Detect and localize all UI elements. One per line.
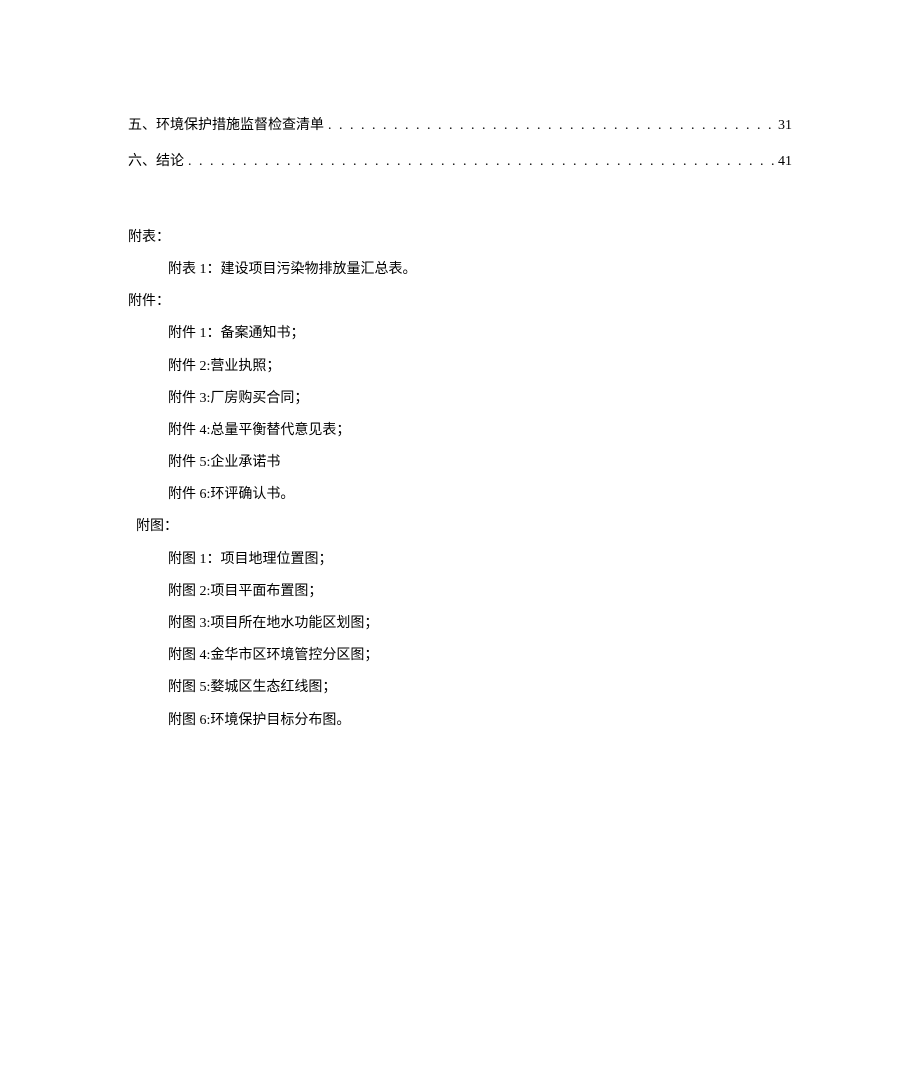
futu-item: 附图 4:金华市区环境管控分区图； (168, 640, 792, 672)
fubiao-item: 附表 1：建设项目污染物排放量汇总表。 (168, 254, 792, 286)
fujian-item: 附件 2:营业执照； (168, 351, 792, 383)
fujian-item: 附件 3:厂房购买合同； (168, 383, 792, 415)
toc-title: 五、环境保护措施监督检查清单 (128, 115, 324, 137)
futu-heading: 附图： (136, 511, 792, 543)
fujian-item: 附件 6:环评确认书。 (168, 479, 792, 511)
fujian-heading: 附件： (128, 286, 792, 318)
toc-dots: . . . . . . . . . . . . . . . . . . . . … (324, 115, 778, 137)
toc-entry: 六、结论 . . . . . . . . . . . . . . . . . .… (128, 151, 792, 173)
fujian-item: 附件 4:总量平衡替代意见表； (168, 415, 792, 447)
attachments-section: 附表： 附表 1：建设项目污染物排放量汇总表。 附件： 附件 1：备案通知书； … (128, 222, 792, 737)
toc-title: 六、结论 (128, 151, 184, 173)
futu-item: 附图 6:环境保护目标分布图。 (168, 705, 792, 737)
toc-dots: . . . . . . . . . . . . . . . . . . . . … (184, 151, 778, 173)
toc-page: 41 (778, 151, 792, 173)
toc-entry: 五、环境保护措施监督检查清单 . . . . . . . . . . . . .… (128, 115, 792, 137)
fujian-item: 附件 5:企业承诺书 (168, 447, 792, 479)
table-of-contents: 五、环境保护措施监督检查清单 . . . . . . . . . . . . .… (128, 115, 792, 174)
fubiao-heading: 附表： (128, 222, 792, 254)
futu-item: 附图 1：项目地理位置图； (168, 544, 792, 576)
futu-item: 附图 3:项目所在地水功能区划图； (168, 608, 792, 640)
futu-item: 附图 2:项目平面布置图； (168, 576, 792, 608)
toc-page: 31 (778, 115, 792, 137)
fujian-item: 附件 1：备案通知书； (168, 318, 792, 350)
futu-item: 附图 5:婺城区生态红线图； (168, 672, 792, 704)
